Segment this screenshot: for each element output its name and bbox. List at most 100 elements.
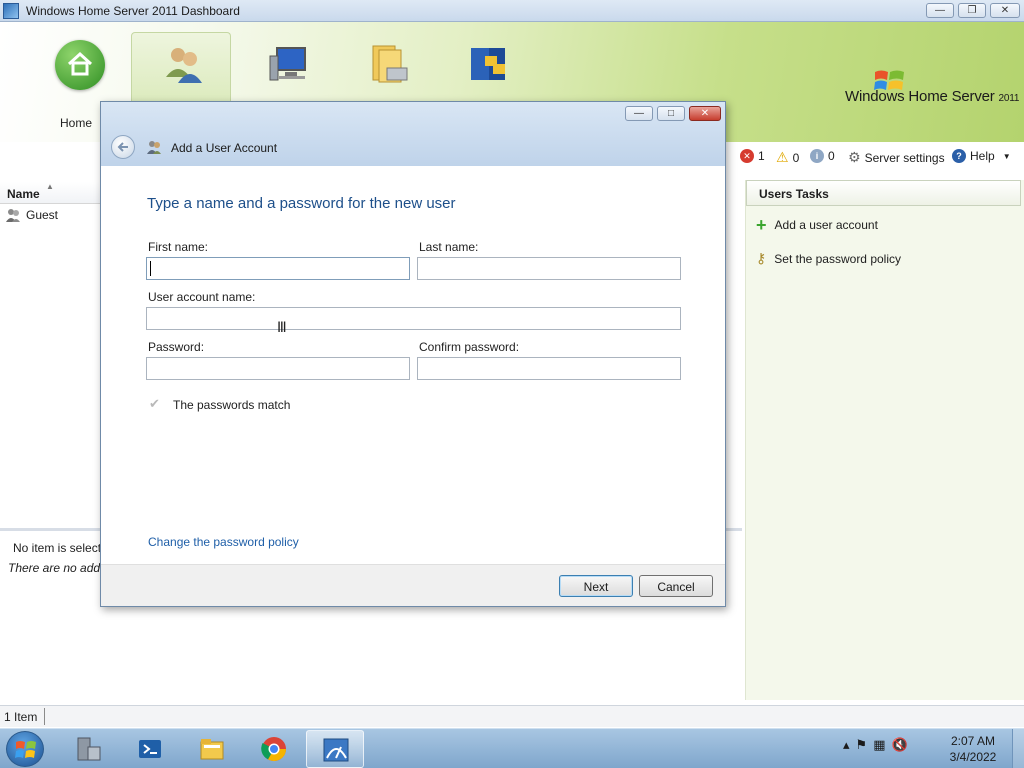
password-label: Password: (148, 340, 205, 354)
dialog-maximize-button[interactable]: □ (657, 106, 685, 121)
confirm-password-field[interactable] (417, 357, 681, 380)
taskbar-chrome[interactable] (245, 730, 303, 768)
file-explorer-icon (200, 739, 224, 760)
list-item-name: Guest (26, 208, 59, 222)
info-icon: i (810, 149, 824, 163)
help-button[interactable]: ? Help ▼ (952, 149, 1011, 163)
account-name-label: User account name: (148, 290, 256, 304)
folders-icon (372, 45, 408, 83)
password-field[interactable] (146, 357, 410, 380)
chrome-icon (261, 737, 286, 762)
tasks-title: Users Tasks (759, 187, 829, 201)
product-name: Windows Home Server (845, 88, 995, 105)
cancel-button[interactable]: Cancel (639, 575, 713, 597)
network-icon[interactable]: ▦ (873, 737, 885, 753)
text-caret (150, 261, 151, 276)
first-name-field[interactable] (146, 257, 410, 280)
key-icon: ⚷ (756, 250, 767, 266)
clock-date: 3/4/2022 (949, 750, 997, 764)
nav-home-label: Home (60, 116, 93, 130)
tasks-pane: Users Tasks + Add a user account ⚷ Set t… (745, 180, 1024, 700)
info-alerts[interactable]: i 0 (810, 149, 835, 163)
add-user-task-label: Add a user account (774, 218, 878, 232)
password-policy-task[interactable]: ⚷ Set the password policy (756, 250, 901, 267)
password-policy-task-label: Set the password policy (774, 251, 901, 266)
alerts-toolbar: ✕ 1 ⚠ 0 i 0 ⚙ Server settings ? Help ▼ (736, 145, 1024, 167)
dialog-title: Add a User Account (171, 141, 278, 155)
name-column-label: Name (7, 187, 40, 201)
no-selection-text: No item is select (13, 541, 102, 555)
last-name-label: Last name: (419, 240, 479, 254)
server-settings-button[interactable]: ⚙ Server settings (848, 149, 945, 166)
add-user-dialog: — □ ✕ Add a User Account Type a name and… (100, 101, 726, 607)
critical-count: 1 (758, 149, 765, 163)
product-year: 2011 (998, 93, 1020, 104)
warning-icon: ⚠ (776, 149, 789, 165)
add-user-task[interactable]: + Add a user account (756, 215, 878, 235)
home-icon (55, 40, 105, 90)
dialog-footer: Next Cancel (101, 564, 725, 606)
checkmark-icon: ✔ (149, 396, 160, 411)
back-button[interactable] (111, 135, 135, 159)
critical-icon: ✕ (740, 149, 754, 163)
account-name-field[interactable] (146, 307, 681, 330)
taskbar-file-explorer[interactable] (183, 730, 241, 768)
system-tray: ▴ ⚑ ▦ 🔇 (843, 737, 908, 753)
dialog-minimize-button[interactable]: — (625, 106, 653, 121)
last-name-field[interactable] (417, 257, 681, 280)
dialog-close-button[interactable]: ✕ (689, 106, 721, 121)
sort-ascending-icon: ▲ (46, 182, 54, 191)
close-button[interactable]: ✕ (990, 3, 1020, 18)
user-icon (6, 209, 20, 222)
dashboard-app-icon (3, 3, 19, 19)
users-icon (166, 48, 202, 83)
dialog-heading: Type a name and a password for the new u… (147, 195, 456, 212)
help-label: Help (970, 149, 995, 163)
mouse-ibeam-cursor: Ⅲ (277, 319, 287, 335)
dashboard-statusbar: 1 Item (0, 705, 1024, 727)
statusbar-divider (44, 708, 45, 725)
confirm-password-label: Confirm password: (419, 340, 520, 354)
volume-muted-icon[interactable]: 🔇 (891, 737, 907, 753)
taskbar-server-manager[interactable] (60, 730, 118, 768)
clock-time: 2:07 AM (950, 734, 996, 748)
first-name-label: First name: (148, 240, 209, 254)
dashboard-icon (323, 738, 349, 762)
info-count: 0 (828, 149, 835, 163)
critical-alerts[interactable]: ✕ 1 (740, 149, 765, 163)
warning-count: 0 (792, 150, 800, 165)
show-desktop-button[interactable] (1012, 729, 1024, 768)
window-title: Windows Home Server 2011 Dashboard (26, 4, 240, 18)
server-settings-label: Server settings (864, 150, 945, 165)
start-button[interactable] (6, 731, 44, 767)
powershell-icon (139, 740, 161, 758)
item-count: 1 Item (4, 710, 38, 724)
chevron-down-icon: ▼ (1002, 151, 1011, 161)
change-password-policy-link[interactable]: Change the password policy (148, 535, 299, 549)
minimize-button[interactable]: — (926, 3, 954, 18)
add-user-icon (147, 141, 161, 154)
list-item[interactable]: Guest (0, 206, 100, 224)
green-plus-icon: + (756, 215, 767, 235)
taskbar-clock[interactable]: 2:07 AM 3/4/2022 (946, 733, 1000, 765)
addins-icon (471, 48, 505, 80)
help-icon: ? (952, 149, 966, 163)
next-button[interactable]: Next (559, 575, 633, 597)
tasks-header: Users Tasks (746, 180, 1021, 206)
back-arrow-icon (117, 142, 128, 152)
dialog-titlebar: — □ ✕ Add a User Account (101, 102, 725, 166)
dashboard-titlebar: Windows Home Server 2011 Dashboard — ❐ ✕ (0, 0, 1024, 22)
passwords-match-text: The passwords match (173, 398, 291, 412)
action-center-flag-icon[interactable]: ⚑ (856, 737, 868, 753)
warning-alerts[interactable]: ⚠ 0 (776, 149, 799, 166)
taskbar-powershell[interactable] (121, 730, 179, 768)
computer-icon (269, 47, 306, 81)
taskbar: ▴ ⚑ ▦ 🔇 2:07 AM 3/4/2022 (0, 728, 1024, 768)
server-manager-icon (77, 737, 101, 761)
gear-icon: ⚙ (848, 149, 861, 165)
taskbar-dashboard[interactable] (306, 730, 364, 768)
name-column-header[interactable]: Name ▲ (0, 182, 100, 204)
restore-button[interactable]: ❐ (958, 3, 986, 18)
windows-start-icon (15, 741, 36, 758)
tray-overflow-icon[interactable]: ▴ (843, 737, 850, 753)
